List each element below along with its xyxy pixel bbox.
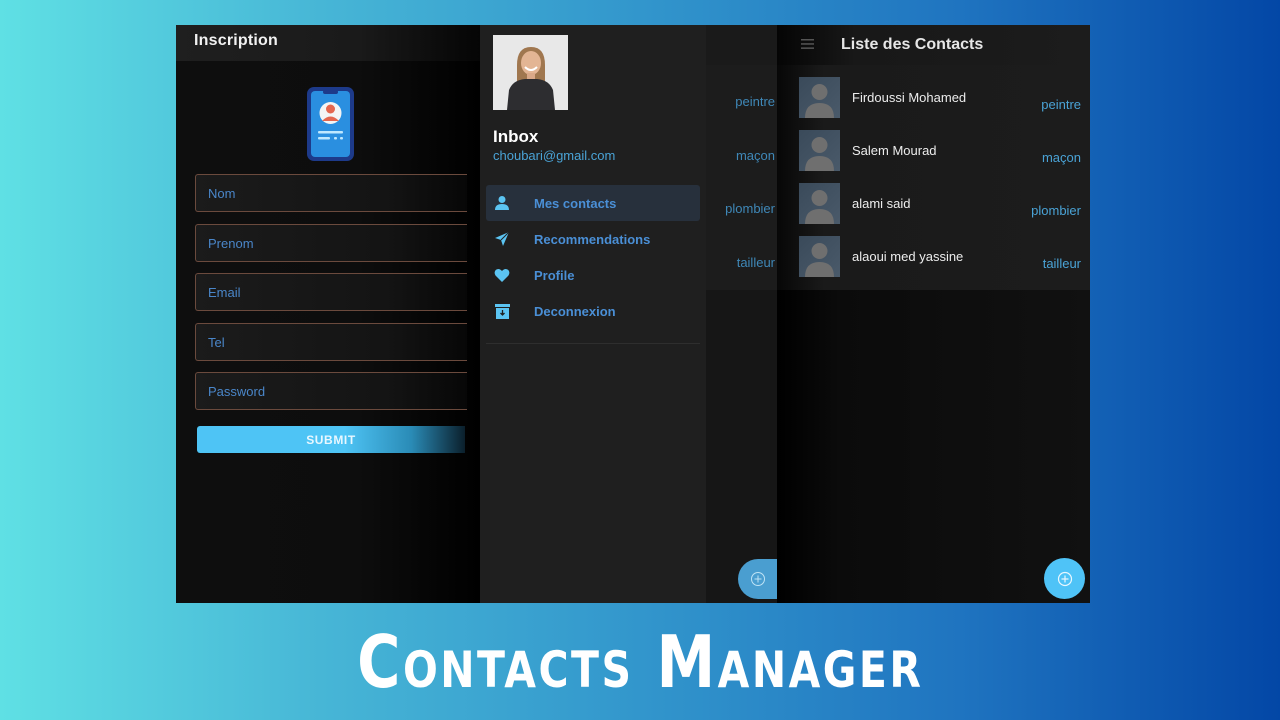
password-field[interactable] bbox=[195, 372, 467, 410]
email-input[interactable] bbox=[208, 285, 467, 300]
nav-label: Profile bbox=[534, 267, 575, 283]
nav-label: Deconnexion bbox=[534, 303, 616, 319]
inscription-screen: Inscription Nom Prenom Email Tel SUBMIT bbox=[176, 25, 480, 603]
banner-title: Contacts Manager bbox=[356, 619, 924, 704]
nom-field[interactable] bbox=[195, 174, 467, 212]
heart-icon bbox=[486, 268, 518, 283]
add-contact-button[interactable] bbox=[1044, 558, 1085, 599]
profession-tag: peintre bbox=[735, 94, 775, 109]
nom-input[interactable] bbox=[208, 186, 467, 201]
contact-phone-icon bbox=[306, 86, 355, 162]
contact-profession: peintre bbox=[1041, 97, 1081, 112]
drawer-menu: Mes contacts Recommendations Profile Dec… bbox=[486, 185, 700, 329]
list-item[interactable]: Salem Mourad maçon bbox=[799, 130, 1089, 183]
person-icon bbox=[486, 195, 518, 211]
app-bar: Inscription bbox=[176, 25, 480, 61]
page-title: Liste des Contacts bbox=[841, 36, 984, 53]
nav-item-deconnexion[interactable]: Deconnexion bbox=[486, 293, 700, 329]
password-input[interactable] bbox=[208, 384, 467, 399]
background-app-bar bbox=[706, 25, 777, 65]
profession-tag: maçon bbox=[735, 148, 775, 163]
prenom-field[interactable] bbox=[195, 224, 467, 262]
contact-profession: maçon bbox=[1041, 150, 1081, 165]
nav-label: Mes contacts bbox=[534, 195, 617, 211]
contacts-list: Firdoussi Mohamed peintre Salem Mourad m… bbox=[777, 65, 1090, 290]
contact-avatar bbox=[799, 183, 840, 224]
avatar[interactable] bbox=[493, 35, 568, 110]
list-item[interactable]: Firdoussi Mohamed peintre bbox=[799, 77, 1089, 130]
add-contact-button-dimmed bbox=[738, 559, 778, 599]
app-screens: Inscription Nom Prenom Email Tel SUBMIT … bbox=[176, 25, 1090, 603]
nav-item-recommendations[interactable]: Recommendations bbox=[486, 221, 700, 257]
nav-item-profile[interactable]: Profile bbox=[486, 257, 700, 293]
tel-input[interactable] bbox=[208, 335, 467, 350]
background-list: peintre maçon plombier tailleur bbox=[706, 65, 777, 290]
tel-field[interactable] bbox=[195, 323, 467, 361]
app-bar: Liste des Contacts bbox=[777, 25, 1090, 65]
add-circle-icon bbox=[1057, 571, 1072, 586]
prenom-input[interactable] bbox=[208, 236, 467, 251]
add-circle-icon bbox=[751, 572, 765, 586]
archive-icon bbox=[486, 303, 518, 319]
divider bbox=[486, 343, 700, 344]
hamburger-menu-icon[interactable] bbox=[801, 36, 814, 54]
submit-button[interactable]: SUBMIT bbox=[197, 426, 465, 453]
list-item[interactable]: alaoui med yassine tailleur bbox=[799, 236, 1089, 289]
page-title: Inscription bbox=[194, 32, 278, 49]
contact-name: Salem Mourad bbox=[852, 143, 937, 158]
contacts-list-screen: Liste des Contacts Firdoussi Mohamed pei… bbox=[777, 25, 1090, 603]
send-icon bbox=[486, 231, 518, 247]
drawer-user-email: choubari@gmail.com bbox=[493, 148, 616, 163]
banner: Contacts Manager bbox=[0, 603, 1280, 720]
background-contacts-list: peintre maçon plombier tailleur bbox=[706, 25, 778, 603]
list-item[interactable]: alami said plombier bbox=[799, 183, 1089, 236]
contact-avatar bbox=[799, 130, 840, 171]
profession-tag: plombier bbox=[725, 201, 775, 216]
nav-label: Recommendations bbox=[534, 231, 651, 247]
nav-item-mes-contacts[interactable]: Mes contacts bbox=[486, 185, 700, 221]
navigation-drawer: Inbox choubari@gmail.com Mes contacts Re… bbox=[480, 25, 706, 603]
contact-name: Firdoussi Mohamed bbox=[852, 90, 967, 105]
contact-profession: tailleur bbox=[1042, 256, 1081, 271]
contact-name: alami said bbox=[852, 196, 911, 211]
contact-name: alaoui med yassine bbox=[852, 249, 964, 264]
contact-avatar bbox=[799, 77, 840, 118]
contact-avatar bbox=[799, 236, 840, 277]
drawer-user-name: Inbox bbox=[493, 127, 539, 146]
contact-profession: plombier bbox=[1031, 203, 1081, 218]
email-field[interactable] bbox=[195, 273, 467, 311]
profession-tag: tailleur bbox=[736, 255, 775, 270]
